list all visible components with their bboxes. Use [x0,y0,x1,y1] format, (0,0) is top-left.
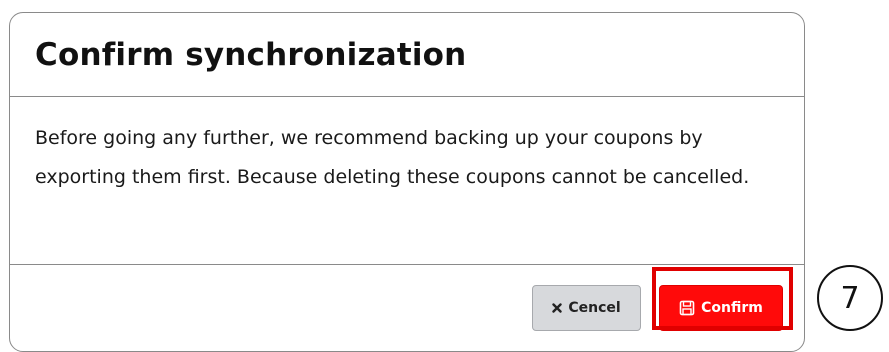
dialog-message: Before going any further, we recommend b… [35,127,750,188]
dialog-body: Before going any further, we recommend b… [10,97,804,265]
cancel-button[interactable]: Cencel [532,285,641,331]
close-icon [552,303,563,313]
dialog-title: Confirm synchronization [35,36,467,73]
step-number-callout: 7 [817,265,883,331]
confirm-highlight-box [652,267,793,330]
cancel-button-label: Cencel [568,300,621,316]
dialog-header: Confirm synchronization [10,13,804,97]
